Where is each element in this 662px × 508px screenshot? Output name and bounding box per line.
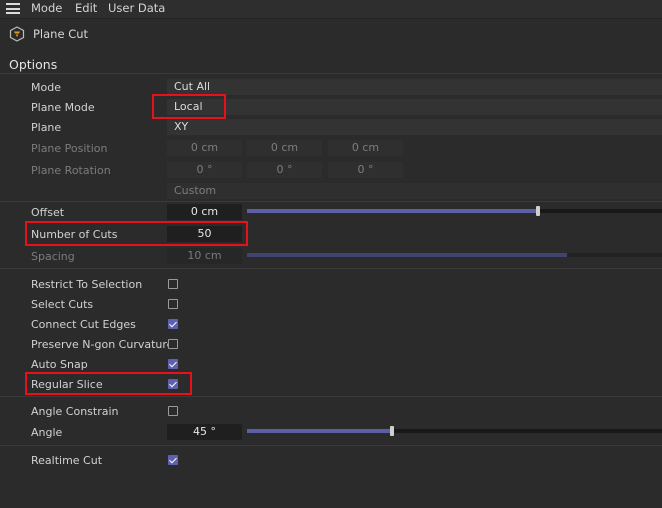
mode-label: Mode — [31, 81, 61, 94]
angle-slider-handle[interactable] — [390, 426, 394, 436]
offset-field[interactable]: 0 cm — [167, 204, 242, 220]
plane-rotation-h-field[interactable]: 0 ° — [167, 162, 242, 178]
preserve-ngon-curvature-label: Preserve N-gon Curvature — [31, 338, 174, 351]
section-title-options: Options — [9, 57, 58, 72]
menu-bar: Mode Edit User Data — [0, 0, 662, 19]
angle-slider-fill — [247, 429, 392, 433]
plane-position-z-field[interactable]: 0 cm — [328, 140, 403, 156]
angle-field[interactable]: 45 ° — [167, 424, 242, 440]
restrict-to-selection-checkbox[interactable] — [168, 279, 178, 289]
connect-cut-edges-checkbox[interactable] — [168, 319, 178, 329]
offset-slider-fill — [247, 209, 538, 213]
plane-label: Plane — [31, 121, 62, 134]
divider — [0, 201, 662, 202]
plane-mode-dropdown[interactable]: Local — [167, 99, 662, 115]
divider — [0, 445, 662, 446]
menu-edit[interactable]: Edit — [75, 1, 97, 15]
plane-cut-attribute-manager: Mode Edit User Data Plane Cut Options Mo… — [0, 0, 662, 508]
select-cuts-label: Select Cuts — [31, 298, 94, 311]
divider — [0, 268, 662, 269]
select-cuts-checkbox[interactable] — [168, 299, 178, 309]
regular-slice-checkbox[interactable] — [168, 379, 178, 389]
angle-constrain-label: Angle Constrain — [31, 405, 119, 418]
divider — [0, 396, 662, 397]
offset-slider-handle[interactable] — [536, 206, 540, 216]
mode-dropdown[interactable]: Cut All — [167, 79, 662, 95]
angle-slider[interactable] — [247, 426, 662, 436]
regular-slice-label: Regular Slice — [31, 378, 103, 391]
offset-slider[interactable] — [247, 206, 662, 216]
plane-mode-label: Plane Mode — [31, 101, 95, 114]
plane-rotation-p-field[interactable]: 0 ° — [247, 162, 322, 178]
plane-position-x-field[interactable]: 0 cm — [167, 140, 242, 156]
angle-constrain-checkbox[interactable] — [168, 406, 178, 416]
menu-user-data[interactable]: User Data — [108, 1, 165, 15]
angle-label: Angle — [31, 426, 63, 439]
section-divider — [0, 73, 662, 74]
spacing-slider[interactable] — [247, 253, 662, 257]
spacing-field[interactable]: 10 cm — [167, 248, 242, 264]
spacing-label: Spacing — [31, 250, 75, 263]
spacing-slider-fill — [247, 253, 567, 257]
connect-cut-edges-label: Connect Cut Edges — [31, 318, 136, 331]
auto-snap-label: Auto Snap — [31, 358, 88, 371]
plane-rotation-label: Plane Rotation — [31, 164, 111, 177]
plane-rotation-b-field[interactable]: 0 ° — [328, 162, 403, 178]
tool-header: Plane Cut — [0, 19, 662, 50]
offset-label: Offset — [31, 206, 65, 219]
menu-mode[interactable]: Mode — [31, 1, 62, 15]
tool-title: Plane Cut — [33, 27, 89, 41]
plane-dropdown[interactable]: XY — [167, 119, 662, 135]
plane-position-label: Plane Position — [31, 142, 108, 155]
preserve-ngon-curvature-checkbox[interactable] — [168, 339, 178, 349]
custom-dropdown[interactable]: Custom — [167, 183, 662, 199]
hamburger-menu-icon[interactable] — [6, 3, 20, 14]
number-of-cuts-field[interactable]: 50 — [167, 226, 242, 242]
auto-snap-checkbox[interactable] — [168, 359, 178, 369]
realtime-cut-checkbox[interactable] — [168, 455, 178, 465]
number-of-cuts-label: Number of Cuts — [31, 228, 118, 241]
plane-position-y-field[interactable]: 0 cm — [247, 140, 322, 156]
restrict-to-selection-label: Restrict To Selection — [31, 278, 143, 291]
plane-cut-tool-icon — [9, 26, 25, 42]
realtime-cut-label: Realtime Cut — [31, 454, 103, 467]
